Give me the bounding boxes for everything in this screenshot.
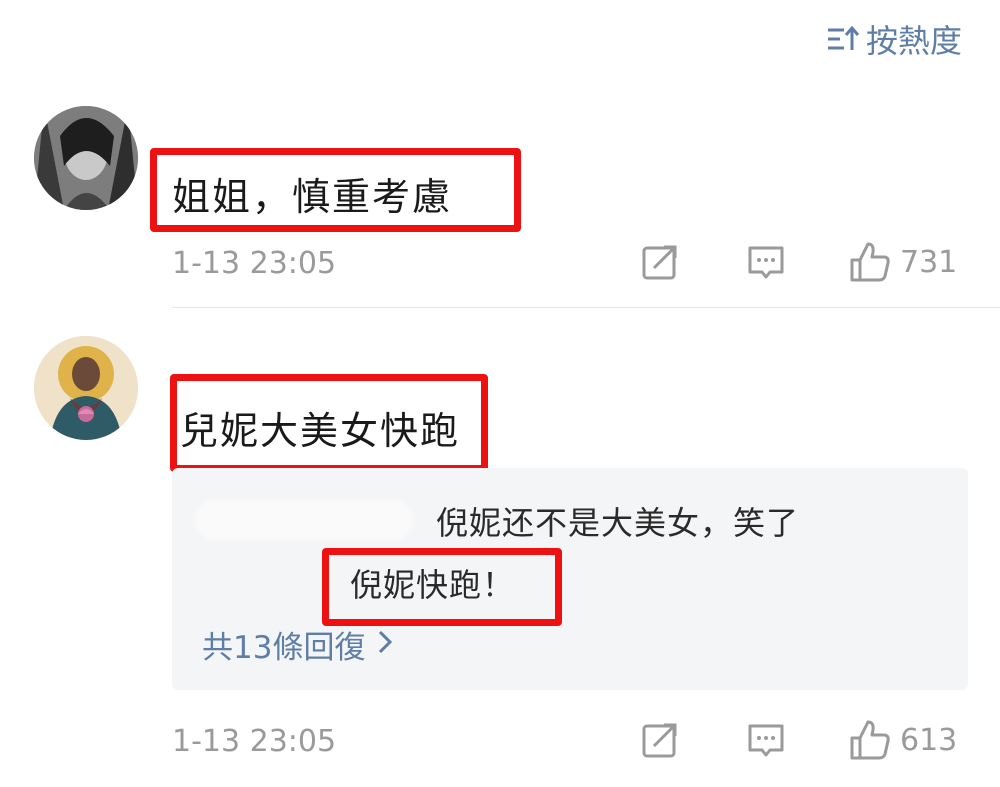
share-button[interactable] [640,720,680,760]
chevron-right-icon [377,627,393,663]
comment-time: 1-13 23:05 [172,724,337,759]
reply-text: 倪妮还不是大美女，笑了 [436,504,800,542]
blurred-username [194,500,414,540]
comment-text: 姐姐，慎重考慮 [172,175,453,219]
share-icon [640,720,680,760]
avatar[interactable] [34,106,138,210]
more-replies-label: 共13條回復 [202,630,366,666]
like-button[interactable]: 613 [848,718,957,762]
reply-button[interactable] [746,720,786,760]
reply-text: 倪妮快跑！ [350,566,516,604]
avatar[interactable] [34,336,138,440]
comment-icon [746,720,786,760]
thumbs-up-icon [848,240,892,284]
comment-time: 1-13 23:05 [172,246,337,281]
like-count: 731 [900,244,958,280]
share-button[interactable] [640,242,680,282]
like-count: 613 [900,722,958,758]
thumbs-up-icon [848,718,892,762]
sort-by-heat-button[interactable]: 按熱度 [826,16,962,62]
reply-button[interactable] [746,242,786,282]
share-icon [640,242,680,282]
sort-label: 按熱度 [866,22,963,60]
comment-text: 兒妮大美女快跑 [180,409,461,453]
view-more-replies-link[interactable]: 共13條回復 [202,622,393,667]
comment-divider [172,307,1000,308]
comment-icon [746,242,786,282]
sort-up-icon [826,23,860,55]
like-button[interactable]: 731 [848,240,957,284]
reply-preview-panel[interactable]: 倪妮还不是大美女，笑了 倪妮快跑！ 共13條回復 [172,468,968,690]
